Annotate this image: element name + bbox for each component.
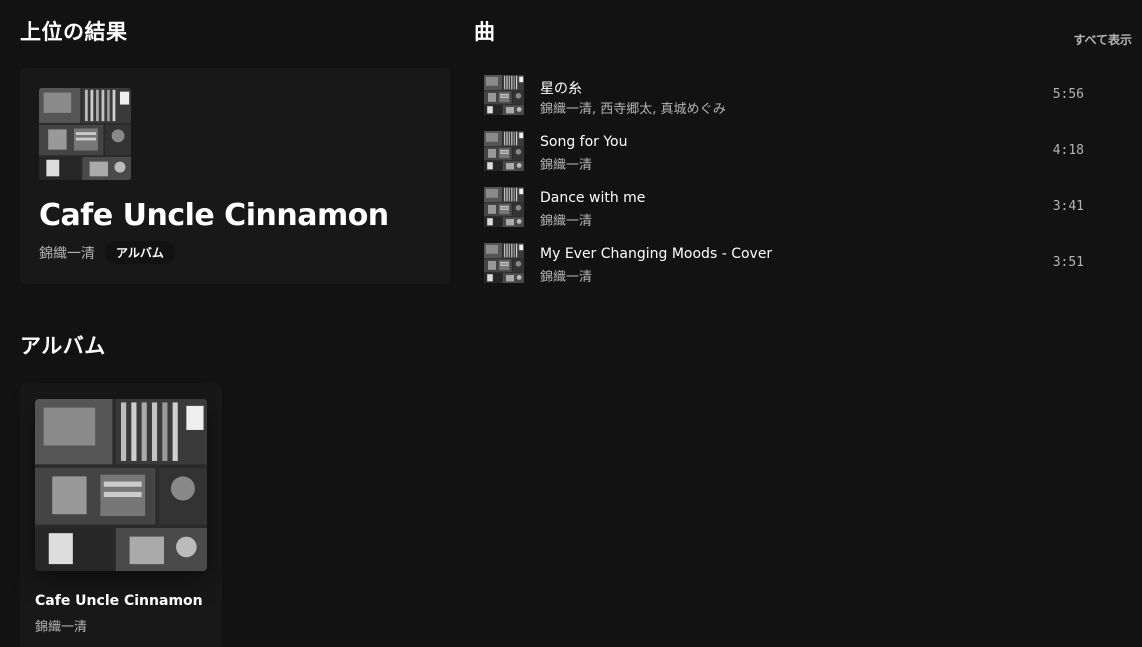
track-title[interactable]: 星の糸 [540, 78, 582, 98]
track-artists[interactable]: 錦織一清, 西寺郷太, 真城めぐみ [540, 98, 726, 117]
track-duration: 5:56 [1052, 87, 1084, 102]
track-artists[interactable]: 錦織一清 [540, 266, 592, 285]
track-duration: 3:51 [1052, 255, 1084, 270]
track-row[interactable]: Song for You 錦織一清 4:18 [476, 124, 1106, 180]
track-row[interactable]: Dance with me 錦織一清 3:41 [476, 180, 1106, 236]
top-result-card[interactable]: Cafe Uncle Cinnamon 錦織一清 アルバム [20, 68, 450, 284]
album-cover-image [35, 399, 207, 571]
top-result-name: Cafe Uncle Cinnamon [39, 198, 389, 233]
track-duration: 3:41 [1052, 199, 1084, 214]
track-artists[interactable]: 錦織一清 [540, 154, 592, 173]
track-row[interactable]: 星の糸 錦織一清, 西寺郷太, 真城めぐみ 5:56 [476, 68, 1106, 124]
albums-heading: アルバム [20, 334, 106, 358]
track-title[interactable]: My Ever Changing Moods - Cover [540, 246, 772, 262]
track-row[interactable]: My Ever Changing Moods - Cover 錦織一清 3:51 [476, 236, 1106, 292]
track-artists[interactable]: 錦織一清 [540, 210, 592, 229]
top-result-type-badge: アルバム [105, 241, 175, 264]
album-card[interactable]: Cafe Uncle Cinnamon 錦織一清 [20, 383, 222, 647]
album-artist-link[interactable]: 錦織一清 [35, 616, 87, 635]
track-list: 星の糸 錦織一清, 西寺郷太, 真城めぐみ 5:56 Song for You … [476, 68, 1106, 292]
track-title[interactable]: Song for You [540, 134, 628, 150]
track-title[interactable]: Dance with me [540, 190, 645, 206]
track-cover-image [484, 75, 524, 115]
see-all-link[interactable]: すべて表示 [1073, 31, 1132, 48]
track-cover-image [484, 243, 524, 283]
album-name: Cafe Uncle Cinnamon [35, 593, 203, 609]
songs-heading: 曲 [474, 20, 496, 44]
track-duration: 4:18 [1052, 143, 1084, 158]
top-result-cover-image [39, 88, 131, 180]
top-result-artist-link[interactable]: 錦織一清 [39, 243, 95, 263]
top-result-meta: 錦織一清 アルバム [39, 241, 175, 264]
top-result-heading: 上位の結果 [20, 20, 128, 44]
track-cover-image [484, 187, 524, 227]
track-cover-image [484, 131, 524, 171]
